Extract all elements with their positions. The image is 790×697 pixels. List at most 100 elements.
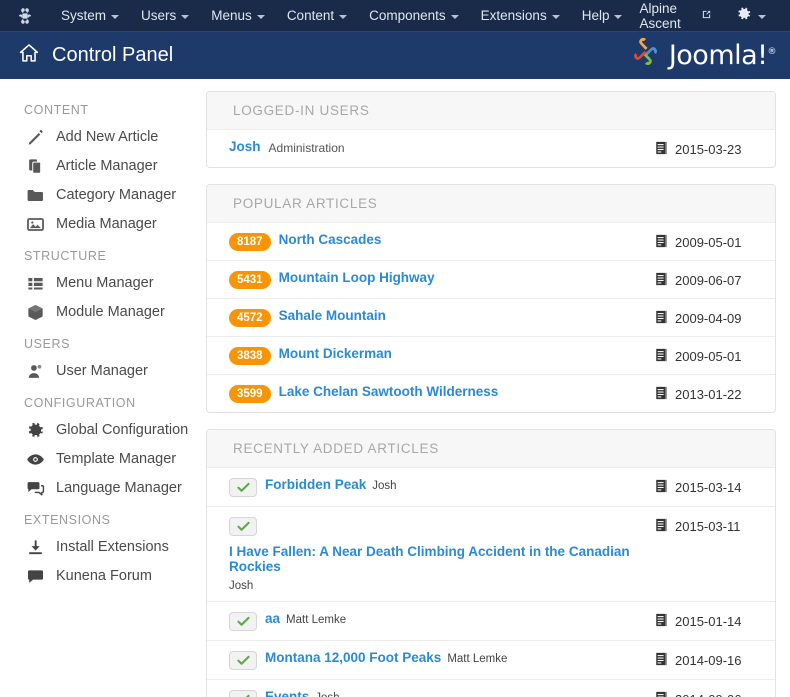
article-link[interactable]: Lake Chelan Sawtooth Wilderness (279, 384, 499, 399)
sidebar-group-title-users: USERS (24, 337, 71, 351)
sidebar-item-add-new-article[interactable]: Add New Article (0, 123, 200, 152)
site-name-label: Alpine Ascent (639, 0, 681, 31)
site-preview-link[interactable]: Alpine Ascent (633, 0, 718, 35)
date-label: 2015-03-23 (675, 142, 742, 157)
sidebar-item-install-extensions[interactable]: Install Extensions (0, 533, 200, 562)
check-icon[interactable] (229, 612, 257, 631)
table-row: Josh Administration 2015-03-23 (207, 130, 775, 167)
admin-top-menubar: System Users Menus Content Components Ex… (0, 0, 790, 31)
row-content: 3599 Lake Chelan Sawtooth Wilderness (229, 384, 645, 403)
sidebar-item-language-manager[interactable]: Language Manager (0, 474, 200, 503)
sidebar-item-category-manager[interactable]: Category Manager (0, 181, 200, 210)
chevron-down-icon (181, 14, 190, 19)
page-body: CONTENT Add New Article Article Manager … (0, 79, 790, 697)
chevron-down-icon (758, 14, 766, 19)
sidebar-item-label: Module Manager (56, 304, 165, 320)
menu-item-users[interactable]: Users (130, 3, 200, 28)
sidebar-item-media-manager[interactable]: Media Manager (0, 210, 200, 239)
table-row: I Have Fallen: A Near Death Climbing Acc… (207, 507, 775, 602)
sidebar-item-label: Kunena Forum (56, 568, 152, 584)
home-icon[interactable] (18, 42, 40, 70)
settings-menu-button[interactable] (722, 2, 774, 29)
check-icon[interactable] (229, 478, 257, 497)
joomla-wordmark: Joomla!® (668, 40, 777, 71)
sidebar-item-kunena-forum[interactable]: Kunena Forum (0, 562, 200, 591)
row-date: 2013-01-22 (645, 384, 757, 403)
menu-item-label: Menus (211, 8, 252, 23)
sidebar: CONTENT Add New Article Article Manager … (0, 79, 200, 697)
article-icon (655, 386, 668, 403)
user-icon (26, 362, 46, 382)
sidebar-group-title-configuration: CONFIGURATION (24, 396, 136, 410)
article-link[interactable]: I Have Fallen: A Near Death Climbing Acc… (229, 544, 645, 574)
pencil-icon (26, 128, 46, 148)
row-content: Events Josh (229, 689, 645, 697)
chevron-down-icon (614, 14, 623, 19)
sidebar-item-global-configuration[interactable]: Global Configuration (0, 416, 200, 445)
sidebar-item-article-manager[interactable]: Article Manager (0, 152, 200, 181)
article-link[interactable]: Mount Dickerman (279, 346, 392, 361)
menu-item-help[interactable]: Help (571, 3, 634, 28)
row-date: 2009-05-01 (645, 232, 757, 251)
article-author: Matt Lemke (447, 653, 508, 665)
article-author: Josh (229, 580, 254, 592)
article-link[interactable]: Sahale Mountain (279, 308, 386, 323)
article-author: Josh (372, 480, 397, 492)
topbar-right-group: Alpine Ascent (633, 0, 778, 35)
image-icon (26, 215, 46, 235)
hits-badge: 3838 (229, 347, 271, 365)
row-date: 2009-04-09 (645, 308, 757, 327)
article-link[interactable]: Forbidden Peak (265, 477, 366, 492)
row-content: 4572 Sahale Mountain (229, 308, 645, 327)
page-title: Control Panel (52, 44, 174, 66)
date-label: 2015-03-11 (675, 519, 741, 534)
date-label: 2009-05-01 (675, 235, 742, 250)
article-icon (655, 518, 668, 535)
gear-icon (26, 421, 46, 441)
article-icon (655, 479, 668, 496)
article-link[interactable]: Events (265, 689, 309, 697)
article-icon (655, 652, 668, 669)
menu-item-extensions[interactable]: Extensions (470, 3, 571, 28)
table-row: 3838 Mount Dickerman 2009-05-01 (207, 337, 775, 375)
sidebar-item-user-manager[interactable]: User Manager (0, 357, 200, 386)
check-icon[interactable] (229, 690, 257, 697)
article-icon (655, 141, 668, 158)
article-link[interactable]: Mountain Loop Highway (279, 270, 435, 285)
row-title-group: aa Matt Lemke (265, 611, 346, 626)
sidebar-item-menu-manager[interactable]: Menu Manager (0, 269, 200, 298)
row-date: 2015-03-11 (645, 516, 757, 535)
check-icon[interactable] (229, 651, 257, 670)
date-label: 2009-05-01 (675, 349, 742, 364)
panel-recently-added-articles: RECENTLY ADDED ARTICLES Forbidden Peak J… (206, 429, 776, 697)
article-author: Matt Lemke (286, 614, 347, 626)
chevron-down-icon (111, 14, 120, 19)
menu-item-system[interactable]: System (50, 3, 130, 28)
joomla-logo-mark (629, 37, 662, 75)
joomla-brand-icon[interactable] (16, 7, 34, 25)
article-icon (655, 691, 668, 697)
row-content: 5431 Mountain Loop Highway (229, 270, 645, 289)
menu-item-content[interactable]: Content (276, 3, 358, 28)
article-icon (655, 310, 668, 327)
hits-badge: 5431 (229, 271, 271, 289)
user-link[interactable]: Josh (229, 139, 261, 154)
article-link[interactable]: Montana 12,000 Foot Peaks (265, 650, 441, 665)
menu-item-components[interactable]: Components (358, 3, 470, 28)
panel-title: POPULAR ARTICLES (207, 185, 775, 223)
sidebar-item-label: User Manager (56, 363, 148, 379)
row-title-group: Forbidden Peak Josh (265, 477, 397, 492)
comment-icon (26, 567, 46, 587)
gear-icon (736, 6, 752, 25)
external-link-icon (701, 8, 712, 23)
joomla-logo: Joomla!® (629, 37, 776, 75)
menu-item-menus[interactable]: Menus (200, 3, 276, 28)
sidebar-item-module-manager[interactable]: Module Manager (0, 298, 200, 327)
check-icon[interactable] (229, 517, 257, 536)
row-date: 2014-09-16 (645, 650, 757, 669)
sidebar-item-template-manager[interactable]: Template Manager (0, 445, 200, 474)
article-link[interactable]: aa (265, 611, 280, 626)
article-link[interactable]: North Cascades (279, 232, 382, 247)
row-date: 2009-05-01 (645, 346, 757, 365)
row-content: Montana 12,000 Foot Peaks Matt Lemke (229, 650, 645, 670)
